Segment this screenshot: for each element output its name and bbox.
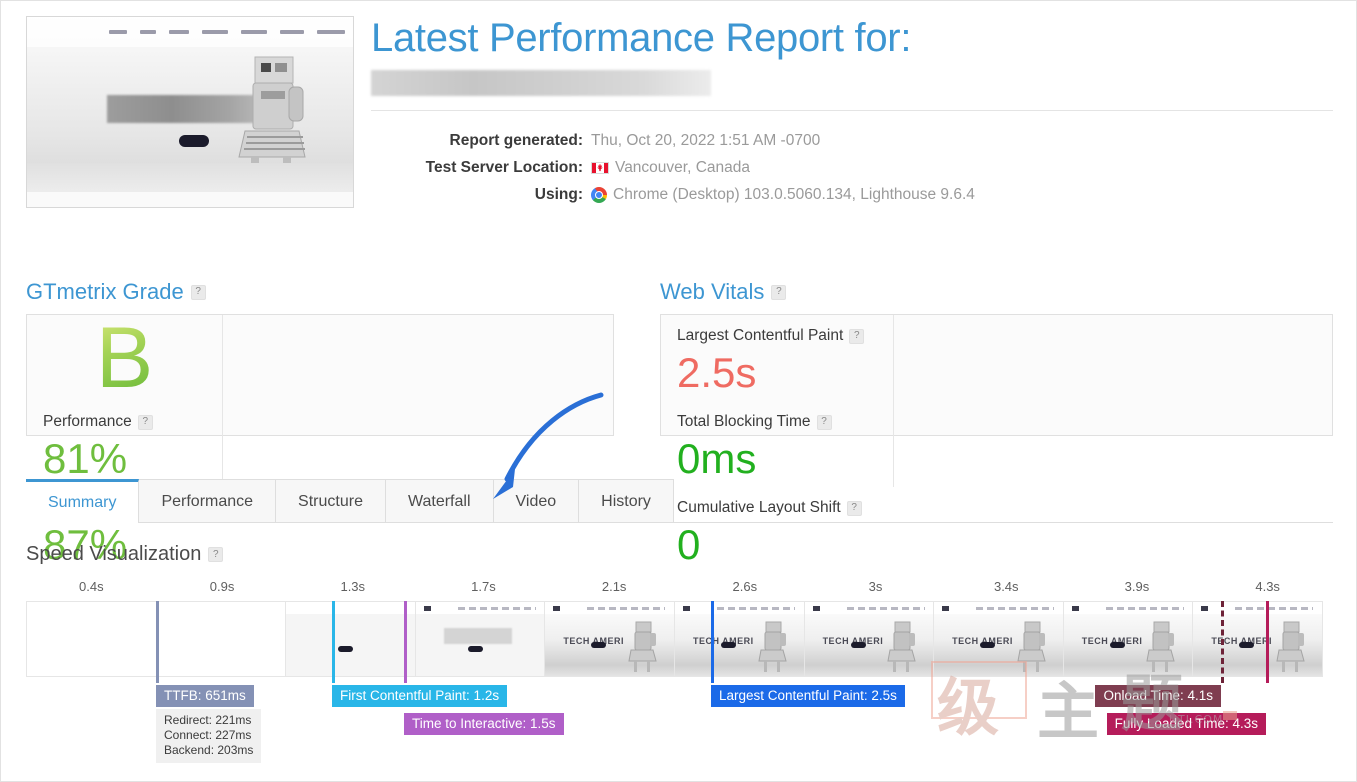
meta-value: Vancouver, Canada [591,154,750,181]
cls-value: 0 [677,521,701,568]
tab-history[interactable]: History [578,479,674,522]
performance-label: Performance [43,413,132,430]
test-server-location-value: Vancouver, Canada [615,159,751,176]
timeline-tick: 2.1s [601,579,627,594]
timeline-tick: 4.3s [1255,579,1280,594]
thumbnail-footer [27,191,353,207]
speed-visualization-title: Speed Visualization [26,543,202,565]
label-first-contentful-paint: First Contentful Paint: 1.2s [332,685,508,707]
tab-summary[interactable]: Summary [26,479,140,523]
meta-row-test-server-location: Test Server Location: Vancouver, Canada [371,154,1333,181]
thumbnail-floor [27,163,353,191]
help-icon[interactable]: ? [771,284,787,300]
performance-label-row: Performance ? [43,413,222,431]
marker-onload-time [1221,601,1224,683]
timeline-tick: 0.9s [209,579,235,594]
meta-row-using: Using: Chrome (Desktop) 103.0.5060.134, … [371,181,1333,208]
meta-value: Thu, Oct 20, 2022 1:51 AM -0700 [591,127,820,154]
marker-first-contentful-paint [332,601,335,683]
thumbnail-menu-items [109,30,353,34]
ttfb-breakdown-item: Connect: 227ms [164,728,252,742]
web-vitals-title: Web Vitals [660,279,765,304]
web-vitals-card: Largest Contentful Paint ? 2.5s Total Bl… [660,314,1333,568]
marker-ttfb [156,601,159,683]
tab-waterfall[interactable]: Waterfall [384,479,494,522]
label-time-to-interactive: Time to Interactive: 1.5s [404,713,564,735]
tbt-label-row: Total Blocking Time ? [677,413,893,431]
tab-video[interactable]: Video [492,479,580,522]
tab-list: Summary Performance Structure Waterfall Vide… [26,479,1333,523]
timeline-tick: 3.4s [993,579,1019,594]
marker-time-to-interactive [404,601,407,683]
help-icon[interactable]: ? [190,284,206,300]
marker-largest-contentful-paint [711,601,714,683]
thumbnail-navbar [27,17,353,47]
timeline-labels: TTFB: 651ms First Contentful Paint: 1.2s T… [26,685,1333,771]
meta-label: Using: [534,186,583,203]
meta-value: Chrome (Desktop) 103.0.5060.134, Lightho… [591,181,975,208]
chrome-icon [591,186,607,203]
canada-flag-icon [591,161,609,174]
tbt-cell: Total Blocking Time ? 0ms [661,401,894,487]
meta-label: Test Server Location: [425,159,583,176]
speed-visualization-filmstrip: 0.4s 0.9s 1.3s 1.7s 2.1s 2.6s 3s 3.4s 3.9s 4.3s T… [26,579,1333,683]
ttfb-breakdown-item: Backend: 203ms [164,743,254,757]
tab-structure[interactable]: Structure [275,479,386,522]
label-onload-time: Onload Time: 4.1s [1095,685,1221,707]
label-ttfb: TTFB: 651ms [156,685,254,707]
header-divider [371,110,1333,111]
gtmetrix-grade-card: B Performance ? 81% Structure ? [26,314,614,568]
grade-letter: B [95,310,154,406]
help-icon[interactable]: ? [137,414,153,430]
help-icon[interactable]: ? [816,414,832,430]
timeline-tick: 0.4s [79,579,104,594]
lcp-value: 2.5s [677,349,757,396]
ttfb-breakdown-item: Redirect: 221ms [164,713,252,727]
label-fully-loaded-time: Fully Loaded Time: 4.3s [1106,713,1266,735]
report-tabs: Summary Performance Structure Waterfall Vide… [26,479,1333,523]
gtmetrix-grade-title: GTmetrix Grade [26,279,184,304]
redacted-url [371,70,711,96]
timeline-ticks: 0.4s 0.9s 1.3s 1.7s 2.1s 2.6s 3s 3.4s 3.9s 4.3s [26,579,1333,601]
grade-letter-cell: B [27,315,223,401]
label-largest-contentful-paint: Largest Contentful Paint: 2.5s [711,685,905,707]
timeline-tick: 1.3s [340,579,366,594]
report-generated-value: Thu, Oct 20, 2022 1:51 AM -0700 [591,132,821,149]
gtmetrix-report-page: Latest Performance Report for: Report ge… [0,0,1357,782]
speed-visualization-header: Speed Visualization ? [26,543,224,566]
web-vitals-panel: Web Vitals ? Largest Contentful Paint ? … [660,279,1333,568]
help-icon[interactable]: ? [208,547,224,562]
help-icon[interactable]: ? [849,328,865,344]
score-panels: GTmetrix Grade ? B Performance ? 81% 87%… [26,279,1333,568]
meta-label: Report generated: [449,132,584,149]
report-metadata: Report generated: Thu, Oct 20, 2022 1:51… [371,127,1333,208]
tbt-label: Total Blocking Time [677,413,811,430]
performance-score-cell: Performance ? 81% [27,401,223,487]
web-vitals-header: Web Vitals ? [660,279,1333,305]
meta-row-report-generated: Report generated: Thu, Oct 20, 2022 1:51… [371,127,1333,154]
lcp-label: Largest Contentful Paint [677,327,844,344]
lcp-label-row: Largest Contentful Paint ? [677,327,893,345]
page-title: Latest Performance Report for: [371,16,912,60]
lcp-cell: Largest Contentful Paint ? 2.5s [661,315,894,401]
using-value: Chrome (Desktop) 103.0.5060.134, Lightho… [613,186,975,203]
report-header: Latest Performance Report for: Report ge… [26,16,1333,216]
timeline-tick: 3.9s [1124,579,1150,594]
gtmetrix-grade-panel: GTmetrix Grade ? B Performance ? 81% 87% [26,279,614,568]
timeline-tick: 1.7s [471,579,496,594]
report-header-text: Latest Performance Report for: Report ge… [371,16,1333,208]
gtmetrix-grade-header: GTmetrix Grade ? [26,279,614,305]
timeline-tick: 2.6s [732,579,758,594]
timeline-tick: 3s [868,579,883,594]
tab-performance[interactable]: Performance [138,479,277,522]
ttfb-breakdown: Redirect: 221ms Connect: 227ms Backend: 20… [156,709,262,763]
thumbnail-cta-button [179,135,209,147]
marker-fully-loaded-time [1266,601,1269,683]
site-screenshot-thumbnail[interactable] [26,16,354,208]
timeline-markers [26,601,1333,683]
